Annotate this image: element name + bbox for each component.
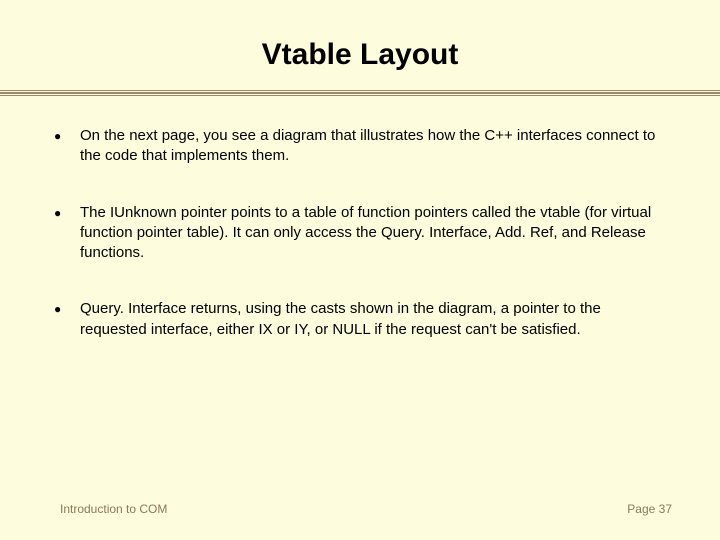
list-item: ● On the next page, you see a diagram th…	[50, 126, 670, 167]
list-item: ● The IUnknown pointer points to a table…	[50, 203, 670, 264]
title-divider	[0, 90, 720, 96]
footer: Introduction to COM Page 37	[0, 502, 720, 516]
bullet-icon: ●	[50, 126, 80, 143]
footer-left-text: Introduction to COM	[60, 502, 167, 516]
footer-page-number: Page 37	[627, 502, 672, 516]
content-area: ● On the next page, you see a diagram th…	[0, 96, 720, 340]
bullet-text: The IUnknown pointer points to a table o…	[80, 203, 670, 264]
slide: Vtable Layout ● On the next page, you se…	[0, 0, 720, 540]
slide-title: Vtable Layout	[0, 0, 720, 90]
list-item: ● Query. Interface returns, using the ca…	[50, 299, 670, 340]
bullet-text: Query. Interface returns, using the cast…	[80, 299, 670, 340]
bullet-text: On the next page, you see a diagram that…	[80, 126, 670, 167]
bullet-icon: ●	[50, 299, 80, 316]
bullet-icon: ●	[50, 203, 80, 220]
